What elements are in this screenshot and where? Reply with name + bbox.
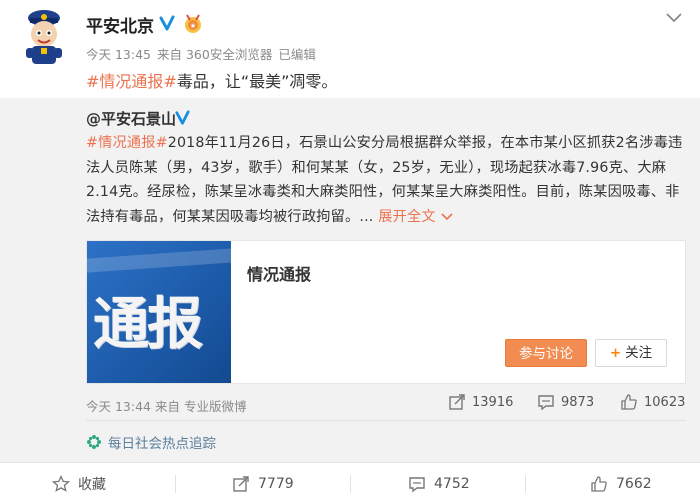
repost-block: @平安石景山 #情况通报#2018年11月26日，石景山公安分局根据群众举报，在… (0, 98, 700, 462)
join-discussion-button[interactable]: 参与讨论 (505, 339, 587, 367)
svg-text:★: ★ (190, 22, 196, 30)
follow-button[interactable]: + 关注 (595, 339, 667, 367)
thumbs-up-icon (591, 475, 607, 492)
comment-button[interactable]: 4752 (408, 463, 470, 503)
action-bar: 收藏 7779 4752 7662 (0, 462, 700, 503)
chevron-down-icon[interactable] (664, 10, 684, 24)
like-button[interactable]: 7662 (590, 463, 652, 503)
expand-full-text-link[interactable]: 展开全文 (378, 208, 453, 225)
chevron-down-icon (440, 212, 453, 220)
card-image[interactable]: 通报 (87, 241, 231, 383)
divider (86, 420, 686, 421)
topic-label: 每日社会热点追踪 (108, 436, 216, 452)
thumbs-up-icon (621, 394, 637, 410)
topic-flower-icon (87, 435, 101, 449)
divider (350, 475, 351, 493)
follow-label: 关注 (625, 345, 653, 361)
post-time[interactable]: 今天 13:45 (86, 47, 151, 62)
post-hashtag[interactable]: #情况通报# (86, 72, 177, 91)
repost-meta: 今天 13:44 来自 专业版微博 (86, 399, 247, 414)
repost-like-count: 10623 (644, 394, 686, 410)
repost-share-stat[interactable]: 13916 (448, 393, 513, 411)
post-text: #情况通报#毒品，让“最美”凋零。 (86, 68, 337, 92)
topic-tag[interactable]: 每日社会热点追踪 (86, 432, 216, 452)
medal-icon[interactable]: ★ (182, 12, 204, 34)
post-source: 来自 360安全浏览器 (156, 47, 273, 62)
post-edited: 已编辑 (278, 47, 316, 62)
card-image-stripe (87, 246, 231, 274)
repost-comment-stat[interactable]: 9873 (537, 393, 594, 411)
like-count: 7662 (616, 475, 652, 492)
comment-icon (538, 395, 554, 411)
expand-label: 展开全文 (378, 208, 436, 225)
verified-icon (158, 14, 176, 32)
share-icon (449, 394, 465, 410)
post-username[interactable]: 平安北京 (86, 12, 154, 37)
repost-button[interactable]: 7779 (232, 463, 294, 503)
topic-card[interactable]: 通报 情况通报 参与讨论 + 关注 (86, 240, 686, 384)
favorite-button[interactable]: 收藏 (52, 463, 106, 503)
comment-count: 4752 (434, 475, 470, 492)
star-icon (52, 474, 70, 492)
repost-count: 7779 (258, 475, 294, 492)
repost-hashtag[interactable]: #情况通报# (86, 135, 168, 151)
divider (525, 475, 526, 493)
verified-icon (174, 109, 191, 126)
divider (175, 475, 176, 493)
plus-icon: + (609, 345, 622, 361)
card-image-text: 通报 (93, 292, 203, 357)
repost-author[interactable]: @平安石景山 (86, 108, 176, 129)
favorite-label: 收藏 (78, 476, 106, 493)
avatar[interactable] (18, 8, 70, 66)
post-meta: 今天 13:45 来自 360安全浏览器 已编辑 (86, 44, 318, 63)
repost-text: #情况通报#2018年11月26日，石景山公安分局根据群众举报，在本市某小区抓获… (86, 131, 684, 229)
post-header: 平安北京 ★ 今天 13:45 来自 360安全浏览器 已编辑 #情况通报#毒品… (0, 0, 700, 98)
repost-like-stat[interactable]: 10623 (620, 393, 685, 411)
repost-comment-count: 9873 (561, 394, 595, 410)
repost-share-count: 13916 (472, 394, 514, 410)
card-title[interactable]: 情况通报 (247, 261, 311, 285)
comment-icon (409, 476, 425, 492)
share-icon (233, 475, 249, 492)
post-body: 毒品，让“最美”凋零。 (176, 72, 338, 91)
